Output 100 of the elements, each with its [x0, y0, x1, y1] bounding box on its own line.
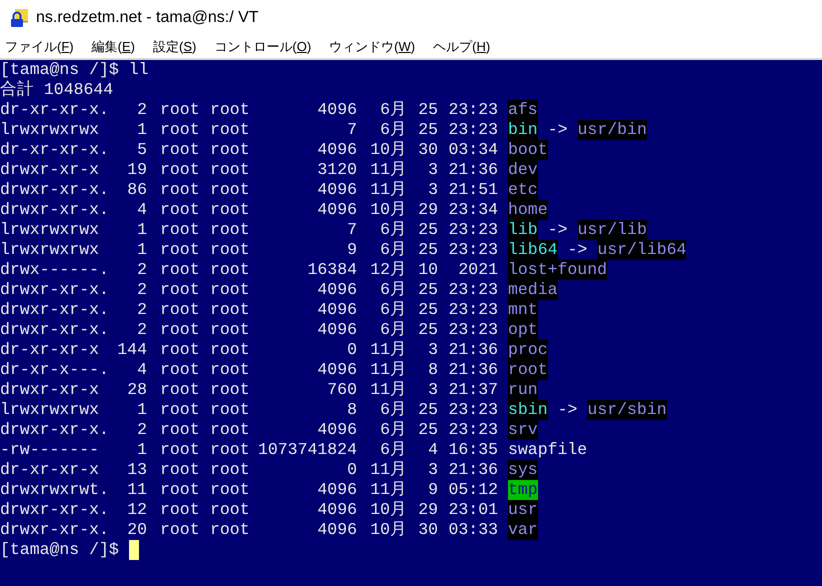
month: 11月: [369, 340, 407, 360]
file-size: 8: [346, 400, 357, 420]
permissions: -rw-------: [0, 440, 100, 460]
owner: root: [160, 520, 201, 540]
time: 21:36: [448, 340, 498, 360]
link-target: usr/bin: [578, 120, 647, 140]
day: 3: [407, 460, 438, 480]
month: 11月: [369, 360, 407, 380]
month: 6月: [379, 240, 407, 260]
owner: root: [160, 140, 201, 160]
month: 10月: [369, 500, 407, 520]
file-size: 4096: [316, 320, 357, 340]
day: 3: [407, 180, 438, 200]
group: root: [210, 160, 250, 180]
group: root: [210, 520, 250, 540]
file-name: srv: [508, 420, 538, 440]
file-size: 4096: [316, 280, 357, 300]
arrow-symbol: ->: [548, 220, 568, 240]
owner: root: [160, 440, 201, 460]
file-size: 4096: [316, 420, 357, 440]
file-size: 3120: [316, 160, 357, 180]
day: 8: [407, 360, 438, 380]
file-name: dev: [508, 160, 538, 180]
file-name: swapfile: [508, 440, 588, 460]
time: 03:33: [448, 520, 498, 540]
link-count: 86: [126, 180, 147, 200]
file-size: 4096: [316, 300, 357, 320]
file-name: mnt: [508, 300, 538, 320]
owner: root: [160, 280, 201, 300]
menu-item[interactable]: 設定(S): [145, 37, 204, 57]
permissions: drwxr-xr-x.: [0, 520, 110, 540]
time: 21:36: [448, 360, 498, 380]
owner: root: [160, 360, 201, 380]
menu-item[interactable]: ヘルプ(H): [425, 37, 498, 57]
link-count: 1: [136, 120, 147, 140]
menu-item[interactable]: ウィンドウ(W): [321, 37, 424, 57]
month: 6月: [379, 440, 407, 460]
link-count: 2: [136, 420, 147, 440]
group: root: [210, 120, 250, 140]
file-size: 16384: [306, 260, 357, 280]
month: 6月: [379, 300, 407, 320]
owner: root: [160, 240, 201, 260]
permissions: dr-xr-x---.: [0, 360, 110, 380]
group: root: [210, 360, 250, 380]
cursor: [128, 540, 139, 560]
group: root: [210, 500, 250, 520]
link-count: 4: [136, 360, 147, 380]
permissions: drwxr-xr-x.: [0, 500, 110, 520]
file-name: sbin: [508, 400, 548, 420]
day: 9: [407, 480, 438, 500]
link-count: 1: [136, 220, 147, 240]
file-name: etc: [508, 180, 538, 200]
file-name: boot: [508, 140, 548, 160]
permissions: lrwxrwxrwx: [0, 220, 100, 240]
month: 11月: [369, 160, 407, 180]
file-size: 4096: [316, 480, 357, 500]
group: root: [210, 460, 250, 480]
month: 12月: [369, 260, 407, 280]
month: 6月: [379, 120, 407, 140]
file-size: 4096: [316, 140, 357, 160]
permissions: dr-xr-xr-x.: [0, 140, 110, 160]
time: 21:36: [448, 160, 498, 180]
group: root: [210, 440, 250, 460]
owner: root: [160, 260, 201, 280]
day: 25: [407, 420, 438, 440]
menu-item[interactable]: ファイル(F): [0, 37, 82, 57]
group: root: [210, 100, 250, 120]
file-size: 4096: [316, 180, 357, 200]
time: 23:23: [448, 420, 498, 440]
time: 2021: [457, 260, 498, 280]
time: 05:12: [448, 480, 498, 500]
file-name: run: [508, 380, 538, 400]
day: 25: [407, 100, 438, 120]
file-name: opt: [508, 320, 538, 340]
permissions: lrwxrwxrwx: [0, 120, 100, 140]
owner: root: [160, 500, 201, 520]
owner: root: [160, 220, 201, 240]
month: 6月: [379, 220, 407, 240]
owner: root: [160, 460, 201, 480]
month: 11月: [369, 380, 407, 400]
day: 3: [407, 340, 438, 360]
day: 25: [407, 320, 438, 340]
day: 25: [407, 220, 438, 240]
file-size: 4096: [316, 360, 357, 380]
owner: root: [160, 400, 201, 420]
file-size: 0: [346, 340, 357, 360]
link-count: 12: [126, 500, 147, 520]
file-name: bin: [508, 120, 538, 140]
file-size: 7: [346, 220, 357, 240]
group: root: [210, 380, 250, 400]
file-size: 4096: [316, 520, 357, 540]
day: 30: [407, 140, 438, 160]
month: 10月: [369, 520, 407, 540]
group: root: [210, 180, 250, 200]
day: 29: [407, 200, 438, 220]
month: 11月: [369, 180, 407, 200]
file-size: 7: [346, 120, 357, 140]
file-name: root: [508, 360, 548, 380]
menu-item[interactable]: 編集(E): [84, 37, 143, 57]
menu-item[interactable]: コントロール(O): [206, 37, 320, 57]
